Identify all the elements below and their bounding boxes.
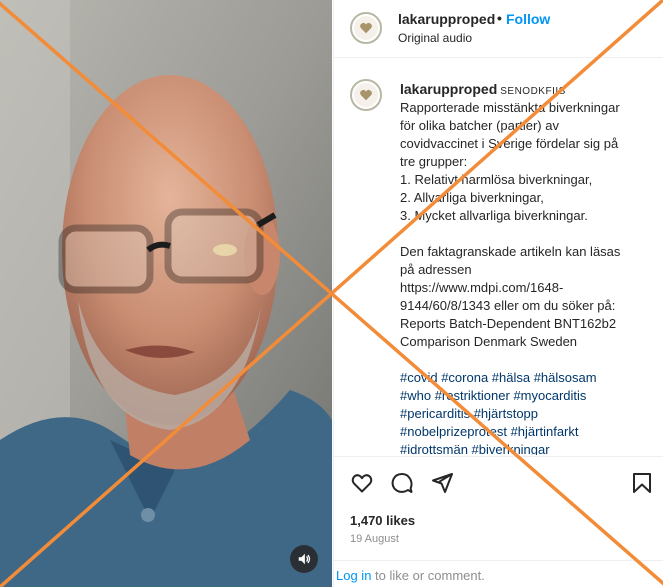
login-suffix: to like or comment. bbox=[371, 568, 485, 583]
hashtag-line[interactable]: #who #restriktioner #myocarditis bbox=[400, 387, 645, 405]
caption-username[interactable]: lakarupproped bbox=[400, 81, 497, 97]
caption-line: för olika batcher (partier) av bbox=[400, 118, 559, 133]
post-date[interactable]: 19 August bbox=[350, 533, 399, 545]
hashtag-line[interactable]: #pericarditis #hjärtstopp bbox=[400, 405, 645, 423]
caption-line: Comparison Denmark Sweden bbox=[400, 334, 578, 349]
caption-line: 9144/60/8/1343 eller om du söker på: bbox=[400, 298, 616, 313]
caption-line: covidvaccinet i Sverige fördelar sig på bbox=[400, 136, 619, 151]
caption-line: tre grupper: bbox=[400, 154, 468, 169]
bookmark-icon[interactable] bbox=[630, 471, 654, 495]
reel-video[interactable] bbox=[0, 0, 332, 587]
likes-count[interactable]: 1,470 likes bbox=[350, 513, 415, 528]
caption-avatar[interactable] bbox=[350, 79, 382, 111]
comment-icon[interactable] bbox=[390, 471, 414, 495]
post-header: lakarupproped • Follow Original audio bbox=[334, 0, 663, 58]
caption-line: 1. Relativt harmlösa biverkningar, bbox=[400, 172, 593, 187]
caption-text: Rapporterade misstänkta biverkningar för… bbox=[400, 99, 645, 455]
heart-icon[interactable] bbox=[350, 471, 374, 495]
audio-label[interactable]: Original audio bbox=[398, 31, 472, 45]
caption-line: Reports Batch-Dependent BNT162b2 bbox=[400, 316, 617, 331]
header-username[interactable]: lakarupproped bbox=[398, 11, 495, 27]
mute-button[interactable] bbox=[290, 545, 318, 573]
caption-line: 3. Mycket allvarliga biverkningar. bbox=[400, 208, 588, 223]
caption-username-tag: SENODKFIIS bbox=[500, 86, 566, 97]
caption-line: Rapporterade misstänkta biverkningar bbox=[400, 100, 620, 115]
video-frame bbox=[0, 0, 332, 587]
caption-area: lakarupproped SENODKFIIS Rapporterade mis… bbox=[334, 59, 663, 455]
login-link[interactable]: Log in bbox=[336, 568, 371, 583]
caption-username-line: lakarupproped SENODKFIIS bbox=[400, 81, 566, 97]
caption-line: Den faktagranskade artikeln kan läsas bbox=[400, 244, 621, 259]
heart-logo-icon bbox=[360, 22, 372, 34]
post-panel: lakarupproped • Follow Original audio la… bbox=[333, 0, 663, 587]
login-prompt: Log in to like or comment. bbox=[336, 568, 485, 583]
action-bar: 1,470 likes 19 August bbox=[334, 456, 663, 559]
hashtag-block: #covid #corona #hälsa #hälsosam #who #re… bbox=[400, 369, 645, 455]
separator-dot: • bbox=[497, 10, 502, 26]
speaker-icon bbox=[298, 553, 311, 565]
paper-plane-icon[interactable] bbox=[430, 471, 454, 495]
heart-logo-icon bbox=[360, 89, 372, 101]
hashtag-line[interactable]: #idrottsmän #biverkningar bbox=[400, 441, 645, 455]
post-footer: Log in to like or comment. bbox=[334, 560, 663, 587]
caption-line: på adressen bbox=[400, 262, 472, 277]
caption-line: https://www.mdpi.com/1648- bbox=[400, 280, 564, 295]
hashtag-line[interactable]: #covid #corona #hälsa #hälsosam bbox=[400, 369, 645, 387]
hashtag-line[interactable]: #nobelprizeprotest #hjärtinfarkt bbox=[400, 423, 645, 441]
avatar[interactable] bbox=[350, 12, 382, 44]
follow-button[interactable]: Follow bbox=[506, 11, 550, 27]
caption-line: 2. Allvarliga biverkningar, bbox=[400, 190, 544, 205]
